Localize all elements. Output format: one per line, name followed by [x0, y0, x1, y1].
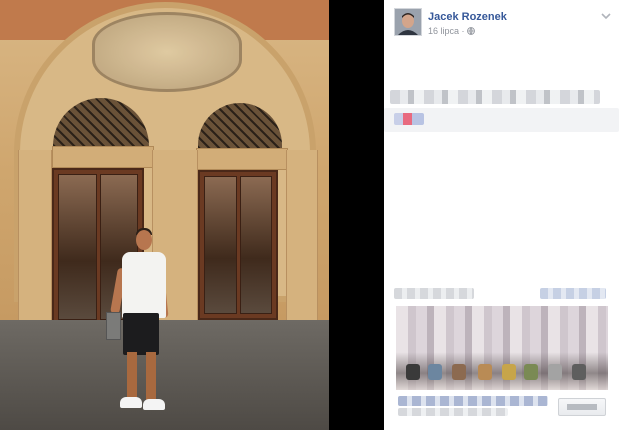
- ad-subtitle-blurred: [398, 408, 508, 416]
- post-side-panel: Jacek Rozenek 16 lipca ·: [384, 0, 619, 430]
- lintel-right: [196, 148, 288, 170]
- globe-icon[interactable]: [467, 27, 475, 35]
- post-photo[interactable]: [0, 0, 329, 430]
- avatar[interactable]: [394, 8, 422, 36]
- pavement: [0, 320, 329, 430]
- avatar-icon: [395, 9, 421, 35]
- ad-cta-button[interactable]: [558, 398, 606, 416]
- pilaster-right: [286, 150, 318, 330]
- sponsored-link-blurred[interactable]: [540, 288, 606, 299]
- author-name-link[interactable]: Jacek Rozenek: [428, 11, 507, 23]
- door-right: [198, 170, 278, 320]
- post-options-button[interactable]: [599, 9, 613, 21]
- stone-plaque: [92, 12, 242, 92]
- post-meta: 16 lipca ·: [428, 26, 475, 36]
- meta-separator: ·: [461, 26, 465, 36]
- shopping-bag: [106, 312, 121, 340]
- ad-title-blurred[interactable]: [398, 396, 548, 406]
- chevron-down-icon: [601, 13, 611, 20]
- sponsored-label-blurred: [394, 288, 474, 299]
- lintel-left: [52, 146, 154, 168]
- reactions-bar-blurred: [384, 108, 619, 132]
- post-caption-blurred: [390, 90, 600, 104]
- post-timestamp[interactable]: 16 lipca: [428, 26, 459, 36]
- pilaster-left: [18, 150, 52, 335]
- ad-image-blurred[interactable]: [396, 306, 608, 390]
